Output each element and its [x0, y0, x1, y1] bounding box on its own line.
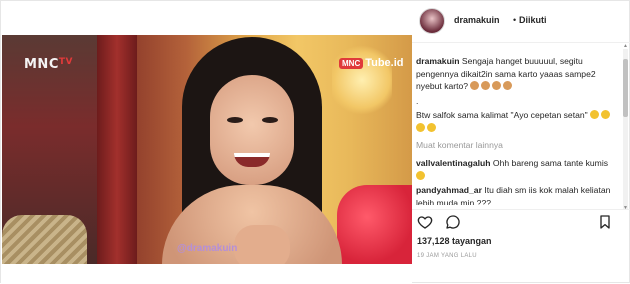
comments-list: dramakuin Sengaja hanget buuuuul, segitu…: [416, 55, 620, 205]
heart-icon[interactable]: [417, 214, 433, 230]
comment-icon[interactable]: [445, 214, 461, 230]
face-emoji-icon: [481, 81, 491, 91]
watermark: @dramakuin: [177, 243, 238, 254]
laughing-emoji-icon: [427, 122, 436, 132]
header-username[interactable]: dramakuin: [454, 15, 500, 25]
smile-emoji-icon: [416, 170, 425, 180]
comment-item: vallvalentinagaluh Ohh bareng sama tante…: [416, 157, 620, 182]
face-emoji-icon: [492, 81, 502, 91]
follow-button[interactable]: Diikuti: [519, 15, 547, 25]
basket: [2, 215, 87, 264]
left-eye: [227, 117, 243, 123]
bookmark-icon[interactable]: [597, 214, 613, 230]
hand-on-chest: [234, 225, 290, 264]
right-eye: [262, 117, 278, 123]
curtain: [97, 35, 137, 264]
laughing-emoji-icon: [590, 110, 600, 120]
video-player[interactable]: MNCTV MNC Tube.id @dramakuin: [2, 35, 412, 264]
scrollbar-thumb[interactable]: [623, 59, 628, 117]
face-emoji-icon: [503, 81, 513, 91]
comments-scrollbar[interactable]: [623, 49, 628, 209]
action-bar: [412, 209, 630, 233]
media-panel: MNCTV MNC Tube.id @dramakuin: [1, 1, 412, 284]
laughing-emoji-icon: [601, 110, 611, 120]
comment-text: Ohh bareng sama tante kumis: [492, 158, 609, 169]
timestamp[interactable]: 19 JAM YANG LALU: [417, 253, 477, 259]
channel-logo: MNCTV: [24, 57, 73, 72]
caption-line2: Btw salfok sama kalimat "Ayo cepetan set…: [416, 109, 620, 134]
comment-username[interactable]: pandyahmad_ar: [416, 185, 482, 195]
caption-dot: .: [416, 95, 419, 106]
laughing-emoji-icon: [416, 122, 425, 132]
avatar[interactable]: [419, 8, 445, 34]
post-header: dramakuin • Diikuti: [412, 1, 630, 43]
details-panel: dramakuin • Diikuti ▲ ▼ dramakuin Sengaj…: [412, 1, 630, 284]
instagram-post: MNCTV MNC Tube.id @dramakuin dramakuin • …: [0, 0, 630, 284]
caption: dramakuin Sengaja hanget buuuuul, segitu…: [416, 55, 620, 93]
face-emoji-icon: [470, 81, 480, 91]
comment-item: pandyahmad_ar Itu diah sm iis kok malah …: [416, 184, 620, 205]
lamp-light: [332, 45, 392, 115]
comment-username[interactable]: vallvalentinagaluh: [416, 158, 491, 168]
load-more-comments[interactable]: Muat komentar lainnya: [416, 139, 620, 152]
separator-dot: •: [513, 15, 517, 25]
pillow: [337, 185, 412, 264]
woman-face: [210, 75, 294, 185]
caption-username[interactable]: dramakuin: [416, 56, 459, 66]
partner-logo: MNC Tube.id: [339, 57, 404, 69]
view-count[interactable]: 137,128 tayangan: [417, 236, 492, 246]
